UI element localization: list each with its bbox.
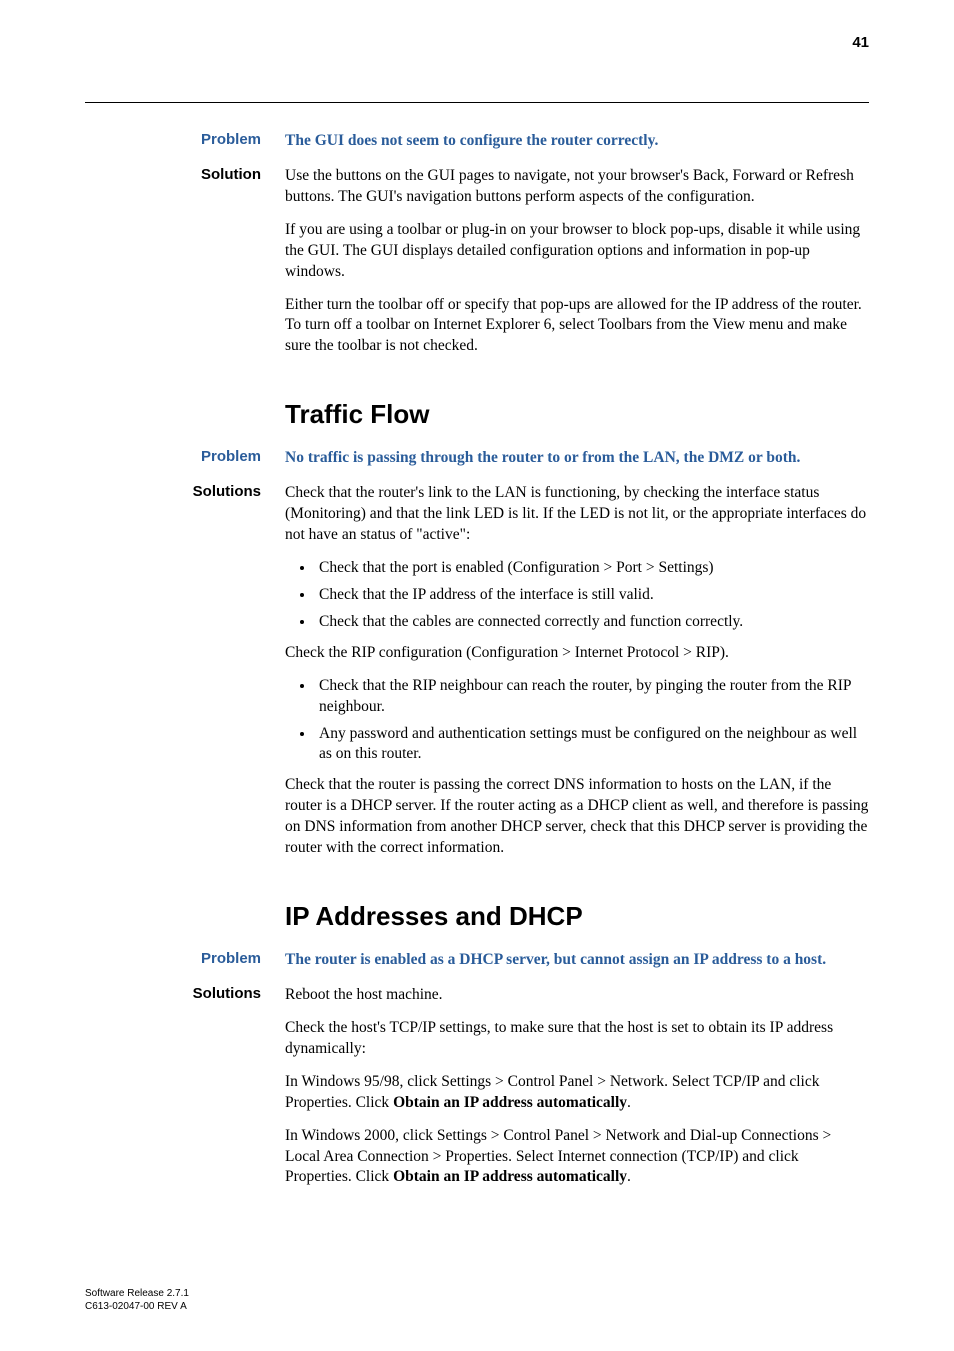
footer-line: Software Release 2.7.1 [85,1288,189,1301]
paragraph: Check that the router is passing the cor… [285,775,869,859]
bullet-list: Check that the RIP neighbour can reach t… [285,676,869,766]
paragraph: If you are using a toolbar or plug-in on… [285,220,869,283]
problem-label: Problem [85,950,285,971]
problem-text: No traffic is passing through the router… [285,448,869,469]
paragraph: Check the RIP configuration (Configurati… [285,643,869,664]
page-number: 41 [852,34,869,51]
problem-label: Problem [85,131,285,152]
list-item: Check that the port is enabled (Configur… [315,558,869,579]
problem-text: The GUI does not seem to configure the r… [285,131,869,152]
document-page: 41 Problem The GUI does not seem to conf… [0,0,954,1351]
text-run: . [627,1094,631,1111]
list-item: Check that the cables are connected corr… [315,612,869,633]
solution-body: Use the buttons on the GUI pages to navi… [285,166,869,369]
paragraph: Check the host's TCP/IP settings, to mak… [285,1018,869,1060]
solutions-block: Solutions Reboot the host machine. Check… [85,985,869,1200]
footer: Software Release 2.7.1 C613-02047-00 REV… [85,1288,189,1313]
paragraph: Either turn the toolbar off or specify t… [285,295,869,358]
list-item: Check that the RIP neighbour can reach t… [315,676,869,718]
solution-label: Solution [85,166,285,369]
solutions-label: Solutions [85,483,285,871]
list-item: Check that the IP address of the interfa… [315,585,869,606]
solution-block: Solution Use the buttons on the GUI page… [85,166,869,369]
problem-block: Problem The router is enabled as a DHCP … [85,950,869,971]
solutions-body: Check that the router's link to the LAN … [285,483,869,871]
problem-label: Problem [85,448,285,469]
bullet-list: Check that the port is enabled (Configur… [285,558,869,633]
paragraph: Check that the router's link to the LAN … [285,483,869,546]
section-heading-ip: IP Addresses and DHCP [285,901,869,932]
footer-line: C613-02047-00 REV A [85,1301,189,1314]
header-rule [85,102,869,103]
problem-block: Problem The GUI does not seem to configu… [85,131,869,152]
solutions-label: Solutions [85,985,285,1200]
bold-text: Obtain an IP address automatically [393,1168,627,1185]
solutions-body: Reboot the host machine. Check the host'… [285,985,869,1200]
text-run: . [627,1168,631,1185]
problem-text: The router is enabled as a DHCP server, … [285,950,869,971]
section-heading-traffic: Traffic Flow [285,399,869,430]
paragraph: In Windows 95/98, click Settings > Contr… [285,1072,869,1114]
bold-text: Obtain an IP address automatically [393,1094,627,1111]
list-item: Any password and authentication settings… [315,724,869,766]
paragraph: Reboot the host machine. [285,985,869,1006]
problem-block: Problem No traffic is passing through th… [85,448,869,469]
solutions-block: Solutions Check that the router's link t… [85,483,869,871]
paragraph: Use the buttons on the GUI pages to navi… [285,166,869,208]
paragraph: In Windows 2000, click Settings > Contro… [285,1126,869,1189]
